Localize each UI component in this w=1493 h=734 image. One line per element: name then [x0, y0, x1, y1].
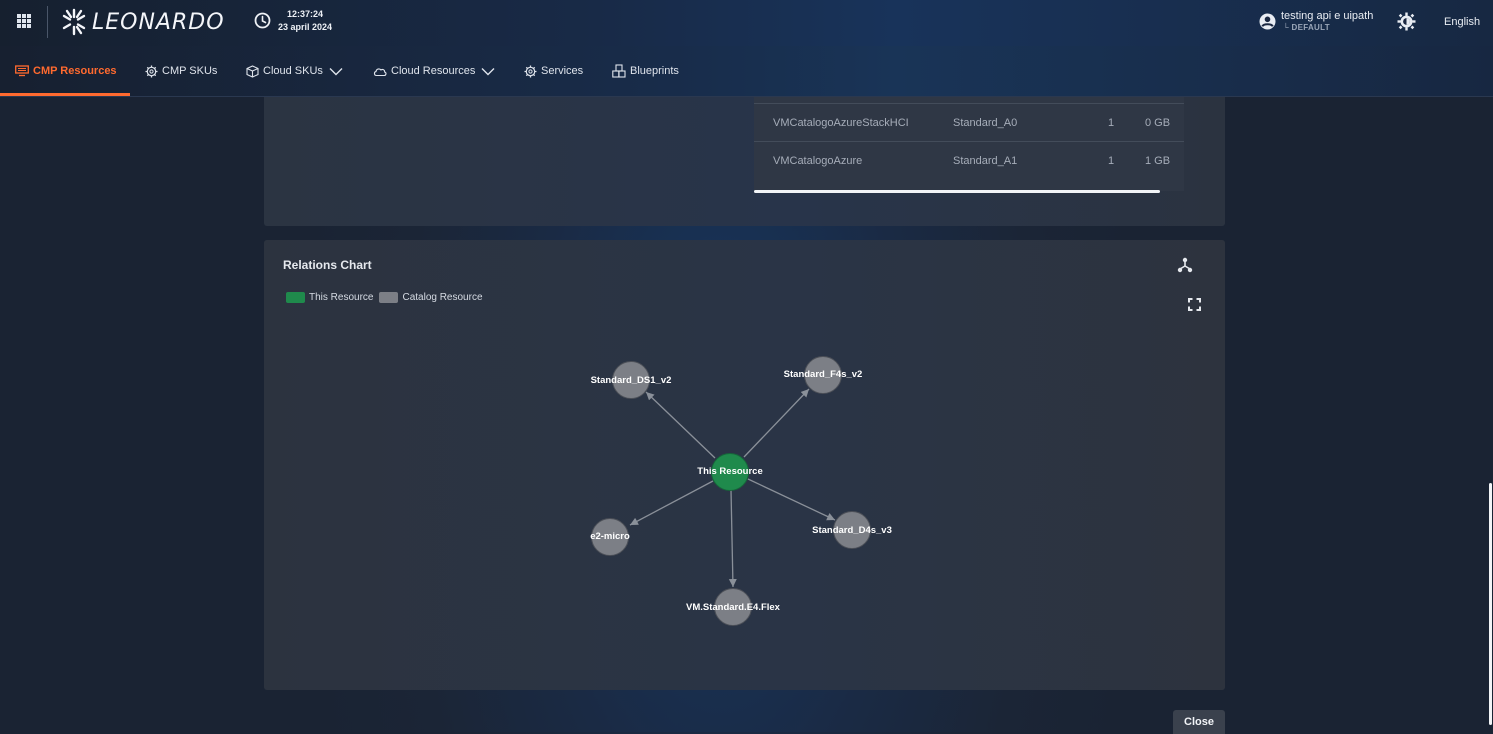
edge-to-standard-ds1-v2 — [645, 391, 716, 459]
node-label-standard-f4s-v2: Standard_F4s_v2 — [784, 369, 863, 380]
relations-graph[interactable]: Standard_DS1_v2 Standard_F4s_v2 e2-micro… — [0, 0, 1493, 732]
node-label-standard-d4s-v3: Standard_D4s_v3 — [812, 525, 892, 536]
close-button[interactable]: Close — [1173, 710, 1225, 734]
node-label-vm-standard-e4-flex: VM.Standard.E4.Flex — [686, 602, 781, 613]
page-vertical-scrollbar[interactable] — [1489, 483, 1492, 725]
edge-to-standard-f4s-v2 — [743, 388, 810, 458]
edge-to-standard-d4s-v3 — [747, 478, 836, 521]
node-label-standard-ds1-v2: Standard_DS1_v2 — [591, 375, 672, 386]
node-label-e2-micro: e2-micro — [590, 531, 630, 542]
edge-to-e2-micro — [629, 480, 714, 526]
edge-to-vm-standard-e4-flex — [728, 489, 737, 588]
node-label-this-resource: This Resource — [697, 466, 762, 477]
